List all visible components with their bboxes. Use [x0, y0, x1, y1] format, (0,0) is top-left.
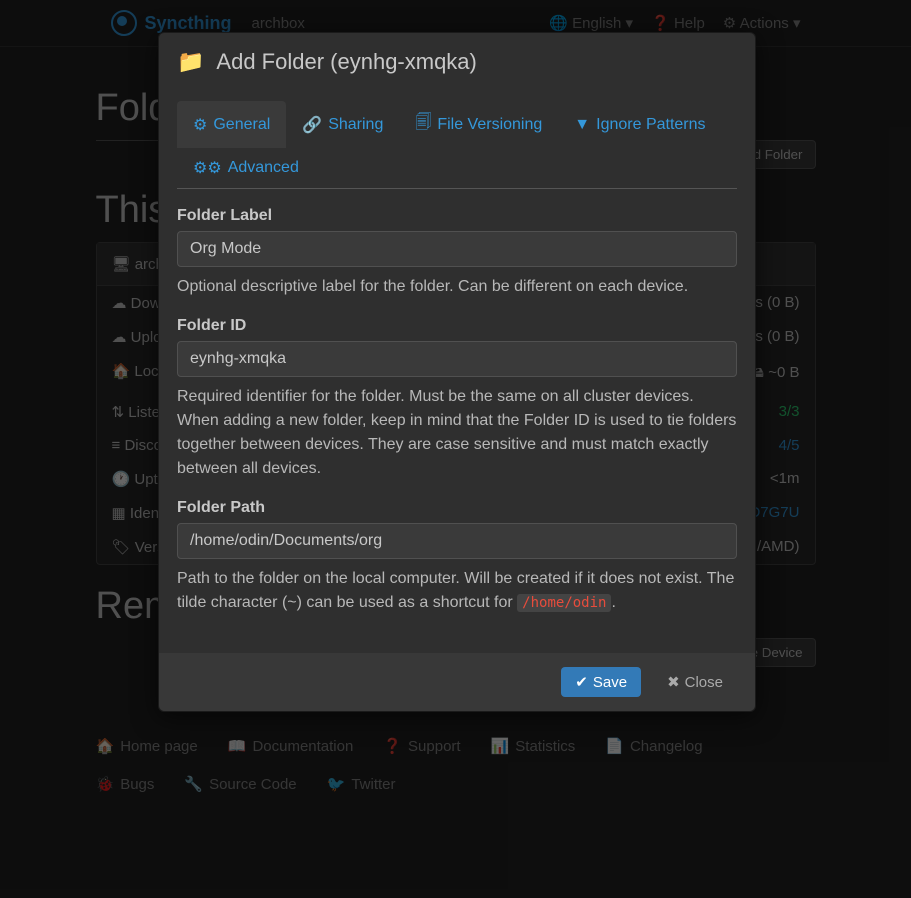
- check-icon: ✔: [575, 673, 588, 691]
- folder-id-help: Required identifier for the folder. Must…: [177, 385, 737, 481]
- tab-advanced-label: Advanced: [228, 159, 299, 177]
- folder-path-help-code: /home/odin: [517, 594, 611, 612]
- tab-versioning[interactable]: 🗐 File Versioning: [399, 101, 558, 148]
- folder-id-label: Folder ID: [177, 317, 737, 335]
- close-button[interactable]: ✖ Close: [653, 667, 737, 697]
- tab-general[interactable]: ⚙ General: [177, 101, 286, 148]
- gear-icon: ⚙: [193, 115, 207, 135]
- add-folder-modal: 📁 Add Folder (eynhg-xmqka) ⚙ General 🔗 S…: [158, 32, 756, 712]
- folder-icon: 📁: [177, 49, 204, 75]
- folder-path-input[interactable]: [177, 523, 737, 559]
- modal-title: Add Folder: [216, 49, 324, 74]
- close-label: Close: [685, 674, 723, 691]
- modal-footer: ✔ Save ✖ Close: [159, 653, 755, 711]
- filter-icon: ▼: [574, 116, 590, 134]
- gears-icon: ⚙⚙: [193, 158, 222, 178]
- copy-icon: 🗐: [415, 111, 431, 138]
- folder-label-help: Optional descriptive label for the folde…: [177, 275, 737, 299]
- tab-ignore[interactable]: ▼ Ignore Patterns: [558, 101, 721, 148]
- folder-path-help-post: .: [611, 594, 615, 611]
- save-button[interactable]: ✔ Save: [561, 667, 641, 697]
- save-label: Save: [593, 674, 627, 691]
- close-icon: ✖: [667, 673, 680, 691]
- modal-title-id: (eynhg-xmqka): [330, 49, 477, 74]
- tab-ignore-label: Ignore Patterns: [596, 116, 705, 134]
- share-icon: 🔗: [302, 115, 322, 135]
- tab-versioning-label: File Versioning: [437, 116, 542, 134]
- tab-sharing[interactable]: 🔗 Sharing: [286, 101, 399, 148]
- tab-general-label: General: [213, 116, 270, 134]
- folder-label-label: Folder Label: [177, 207, 737, 225]
- folder-path-help-pre: Path to the folder on the local computer…: [177, 570, 734, 611]
- folder-id-input[interactable]: [177, 341, 737, 377]
- tab-sharing-label: Sharing: [328, 116, 383, 134]
- tab-advanced[interactable]: ⚙⚙ Advanced: [177, 148, 315, 188]
- folder-path-help: Path to the folder on the local computer…: [177, 567, 737, 615]
- modal-tabs: ⚙ General 🔗 Sharing 🗐 File Versioning ▼ …: [177, 101, 737, 189]
- folder-label-input[interactable]: [177, 231, 737, 267]
- modal-header: 📁 Add Folder (eynhg-xmqka): [159, 33, 755, 91]
- folder-path-label: Folder Path: [177, 499, 737, 517]
